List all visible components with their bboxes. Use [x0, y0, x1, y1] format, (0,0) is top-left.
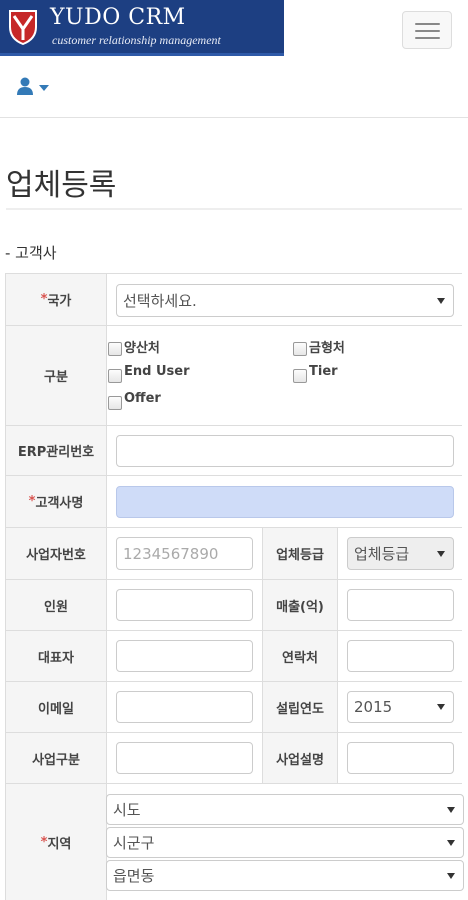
ceo-label: 대표자	[6, 631, 107, 682]
yudo-shield-logo-icon	[9, 10, 37, 45]
title-divider	[6, 208, 462, 210]
select-caret-icon	[437, 550, 445, 557]
sales-input[interactable]	[347, 589, 454, 621]
region-city-select[interactable]: 시군구	[106, 827, 464, 858]
checkbox-label-end-user: End User	[124, 364, 190, 379]
business-type-input[interactable]	[116, 742, 253, 774]
region-province-select[interactable]: 시도	[106, 794, 464, 825]
checkbox-mold[interactable]	[293, 342, 307, 356]
checkbox-mass-production[interactable]	[108, 342, 122, 356]
sales-label: 매출(억)	[263, 580, 338, 631]
erp-label: ERP관리번호	[6, 426, 107, 476]
select-caret-icon	[437, 297, 445, 304]
business-type-label-text: 사업구분	[32, 752, 80, 768]
brand-logo-area[interactable]: YUDO CRM customer relationship managemen…	[0, 0, 284, 56]
erp-label-text: ERP관리번호	[17, 445, 95, 460]
page-title: 업체등록	[6, 168, 117, 203]
headcount-label-text: 인원	[44, 599, 68, 615]
grade-label: 업체등급	[263, 528, 338, 580]
hamburger-bar	[415, 37, 440, 39]
checkbox-label-mold: 금형처	[309, 341, 345, 356]
business-desc-label-text: 사업설명	[276, 752, 324, 768]
select-caret-icon	[447, 872, 455, 879]
user-icon	[17, 77, 49, 95]
headcount-input[interactable]	[116, 589, 253, 621]
region-label: * 지역	[6, 784, 107, 900]
region-province-value: 시도	[113, 801, 141, 819]
erp-number-input[interactable]	[116, 435, 454, 467]
required-mark: *	[28, 494, 36, 509]
region-city-value: 시군구	[113, 834, 155, 852]
checkbox-offer[interactable]	[108, 396, 122, 410]
business-desc-input[interactable]	[347, 742, 454, 774]
email-label: 이메일	[6, 682, 107, 733]
customer-name-label-text: 고객사명	[35, 496, 84, 511]
country-select[interactable]: 선택하세요.	[116, 284, 454, 317]
brand-title: YUDO CRM	[50, 5, 186, 30]
business-type-label: 사업구분	[6, 733, 107, 784]
caret-down-icon	[39, 85, 49, 91]
required-mark: *	[40, 292, 48, 307]
checkbox-label-tier: Tier	[309, 364, 338, 379]
grade-select-value: 업체등급	[354, 545, 410, 563]
founded-year-value: 2015	[354, 698, 393, 716]
business-desc-label: 사업설명	[263, 733, 338, 784]
hamburger-bar	[415, 30, 440, 32]
email-label-text: 이메일	[38, 701, 74, 717]
founded-year-label: 설립연도	[263, 682, 338, 733]
checkbox-end-user[interactable]	[108, 369, 122, 383]
checkbox-label-offer: Offer	[124, 391, 161, 406]
checkbox-label-mass-production: 양산처	[124, 341, 160, 356]
business-number-placeholder: 1234567890	[123, 544, 219, 563]
headcount-label: 인원	[6, 580, 107, 631]
required-mark: *	[40, 834, 48, 850]
section-title: - 고객사	[5, 244, 57, 262]
user-dropdown-toggle[interactable]	[16, 76, 56, 100]
brand-subtitle: customer relationship management	[52, 33, 221, 47]
checkbox-tier[interactable]	[293, 369, 307, 383]
category-label-text: 구분	[44, 370, 68, 385]
select-caret-icon	[437, 704, 445, 710]
business-number-label: 사업자번호	[6, 528, 107, 580]
grade-label-text: 업체등급	[276, 548, 324, 563]
contact-label: 연락처	[263, 631, 338, 682]
customer-name-label: * 고객사명	[6, 476, 107, 528]
region-town-value: 읍면동	[113, 867, 155, 885]
region-label-text: 지역	[47, 836, 72, 852]
grade-select[interactable]: 업체등급	[347, 537, 454, 570]
sales-label-text: 매출(억)	[276, 599, 324, 615]
hamburger-menu-button[interactable]	[402, 11, 452, 49]
ceo-label-text: 대표자	[38, 650, 74, 666]
business-number-label-text: 사업자번호	[26, 548, 86, 563]
country-label: * 국가	[6, 274, 107, 326]
founded-year-select[interactable]: 2015	[347, 691, 454, 723]
select-caret-icon	[447, 806, 455, 813]
business-number-input[interactable]: 1234567890	[116, 537, 253, 570]
top-navbar: YUDO CRM customer relationship managemen…	[0, 0, 468, 118]
hamburger-bar	[415, 23, 440, 25]
email-input[interactable]	[116, 691, 253, 723]
select-caret-icon	[447, 839, 455, 846]
country-select-value: 선택하세요.	[123, 292, 197, 310]
ceo-input[interactable]	[116, 640, 253, 672]
founded-year-label-text: 설립연도	[276, 701, 324, 717]
contact-input[interactable]	[347, 640, 454, 672]
contact-label-text: 연락처	[282, 650, 318, 666]
region-town-select[interactable]: 읍면동	[106, 860, 464, 891]
country-label-text: 국가	[47, 294, 72, 309]
customer-name-input[interactable]	[116, 486, 454, 518]
category-label: 구분	[6, 326, 107, 426]
